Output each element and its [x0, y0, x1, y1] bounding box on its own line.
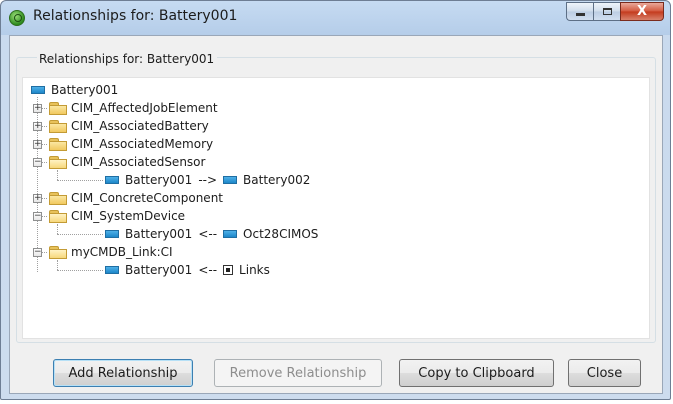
tree-node-label: CIM_AssociatedSensor	[71, 155, 206, 169]
folder-icon	[49, 137, 67, 151]
app-icon	[9, 10, 25, 26]
tree-line	[57, 224, 58, 234]
folder-icon	[49, 101, 67, 115]
leaf-source: Battery001	[125, 227, 193, 241]
expand-toggle[interactable]: +	[33, 122, 42, 131]
caption-buttons: X	[566, 2, 664, 22]
tree-root-node[interactable]: Battery001	[31, 81, 118, 99]
object-icon	[105, 230, 119, 238]
maximize-icon	[602, 8, 612, 15]
expand-toggle[interactable]: +	[33, 140, 42, 149]
minimize-icon	[575, 13, 585, 16]
close-window-button[interactable]: X	[620, 2, 664, 21]
window-title: Relationships for: Battery001	[33, 8, 238, 24]
collapse-toggle[interactable]: −	[33, 248, 42, 257]
group-label: Relationships for: Battery001	[37, 52, 218, 66]
minimize-button[interactable]	[566, 2, 593, 21]
tree-node[interactable]: CIM_AssociatedBattery	[49, 117, 209, 135]
tree-node-label: CIM_AffectedJobElement	[71, 101, 218, 115]
object-icon	[105, 266, 119, 274]
dialog-body: Relationships for: Battery001 Battery001	[9, 35, 663, 394]
leaf-target: Oct28CIMOS	[243, 227, 319, 241]
leaf-source: Battery001	[125, 173, 193, 187]
tree-line	[57, 260, 58, 270]
relationship-direction: <--	[198, 227, 218, 241]
tree-node-label: CIM_AssociatedMemory	[71, 137, 214, 151]
open-folder-icon	[49, 209, 67, 223]
relationship-leaf[interactable]: Battery001 <-- Oct28CIMOS	[105, 225, 318, 243]
tree-node[interactable]: myCMDB_Link:CI	[49, 243, 173, 261]
tree-node[interactable]: CIM_AffectedJobElement	[49, 99, 218, 117]
leaf-target: Battery002	[243, 173, 311, 187]
folder-icon	[49, 191, 67, 205]
tree-node[interactable]: CIM_SystemDevice	[49, 207, 185, 225]
open-folder-icon	[49, 245, 67, 259]
tree-line	[57, 270, 103, 271]
tree-line	[57, 170, 58, 180]
expand-toggle[interactable]: +	[33, 194, 42, 203]
tree-node[interactable]: CIM_AssociatedMemory	[49, 135, 213, 153]
copy-to-clipboard-button[interactable]: Copy to Clipboard	[399, 359, 554, 387]
maximize-button[interactable]	[593, 2, 620, 21]
leaf-source: Battery001	[125, 263, 193, 277]
tree-node[interactable]: CIM_AssociatedSensor	[49, 153, 205, 171]
tree-node-label: CIM_ConcreteComponent	[71, 191, 224, 205]
relationship-leaf[interactable]: Battery001 <-- Links	[105, 261, 270, 279]
tree-node-label: CIM_SystemDevice	[71, 209, 186, 223]
relationship-direction: -->	[198, 173, 218, 187]
tree-line	[57, 234, 103, 235]
tree-line	[57, 180, 103, 181]
tree-node-label: myCMDB_Link:CI	[71, 245, 173, 259]
object-icon	[223, 176, 238, 184]
relationships-tree[interactable]: Battery001 + + + − + − − CIM_AffectedJob…	[22, 77, 650, 339]
open-folder-icon	[49, 155, 67, 169]
tree-node-label: CIM_AssociatedBattery	[71, 119, 209, 133]
tree-node[interactable]: CIM_ConcreteComponent	[49, 189, 223, 207]
collapse-toggle[interactable]: −	[33, 212, 42, 221]
remove-relationship-button[interactable]: Remove Relationship	[214, 359, 382, 387]
object-icon	[105, 176, 119, 184]
collapse-toggle[interactable]: −	[33, 158, 42, 167]
relationship-direction: <--	[198, 263, 218, 277]
link-icon	[223, 265, 234, 275]
title-bar[interactable]: Relationships for: Battery001 X	[1, 1, 670, 35]
add-relationship-button[interactable]: Add Relationship	[53, 359, 193, 387]
relationship-leaf[interactable]: Battery001 --> Battery002	[105, 171, 310, 189]
expand-toggle[interactable]: +	[33, 104, 42, 113]
object-icon	[223, 230, 238, 238]
tree-root-label: Battery001	[51, 83, 119, 97]
object-icon	[31, 86, 45, 94]
close-button[interactable]: Close	[568, 359, 641, 387]
leaf-target: Links	[239, 263, 270, 277]
relationships-window: Relationships for: Battery001 X Relation…	[0, 0, 671, 400]
folder-icon	[49, 119, 67, 133]
close-icon: X	[636, 4, 648, 19]
